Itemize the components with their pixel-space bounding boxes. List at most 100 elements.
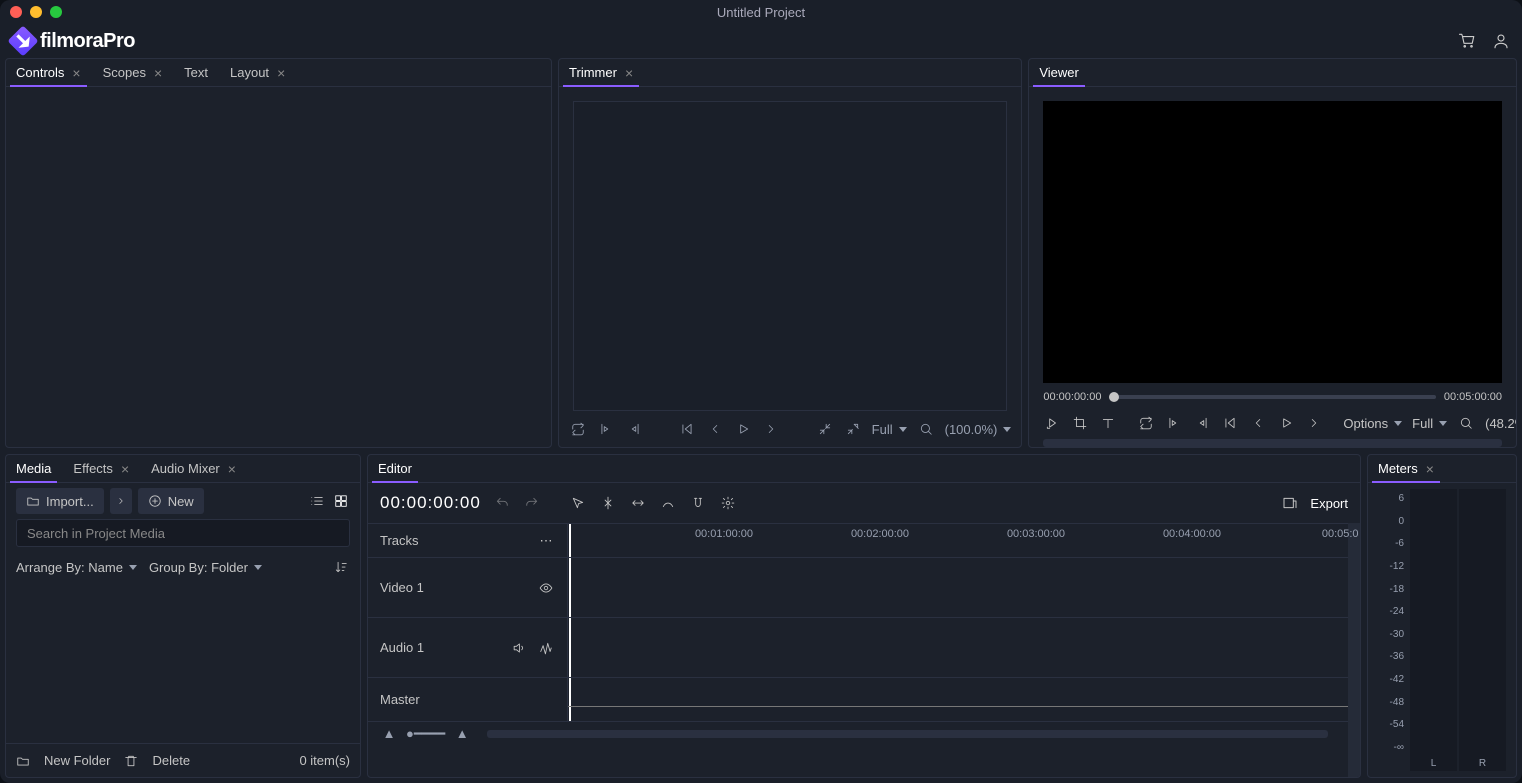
viewer-preview[interactable] (1043, 101, 1502, 383)
timeline-scrollbar[interactable] (487, 730, 1328, 738)
text-icon[interactable] (1099, 414, 1117, 432)
track-size-slider[interactable]: ●━━━━ (406, 726, 445, 742)
skip-back-icon[interactable] (1221, 414, 1239, 432)
play-icon[interactable] (734, 420, 752, 438)
track-collapse-icon[interactable]: ▲ (380, 725, 398, 743)
play-icon[interactable] (1277, 414, 1295, 432)
step-back-icon[interactable] (706, 420, 724, 438)
loop-icon[interactable] (569, 420, 587, 438)
tab-effects[interactable]: Effects× (71, 455, 131, 482)
tab-media[interactable]: Media (14, 455, 53, 482)
select-tool-icon[interactable] (569, 494, 587, 512)
new-folder-button[interactable]: New Folder (44, 753, 110, 768)
mark-out-icon[interactable] (625, 420, 643, 438)
play-range-icon[interactable] (1043, 414, 1061, 432)
tab-label: Viewer (1039, 65, 1079, 80)
tab-text[interactable]: Text (182, 59, 210, 86)
viewer-time-end: 00:05:00:00 (1444, 391, 1502, 403)
resolution-dropdown[interactable]: Full (1412, 416, 1447, 431)
viewer-scrubber[interactable] (1109, 395, 1435, 399)
zoom-dropdown[interactable]: (48.2%) (1485, 416, 1517, 431)
app-name: filmoraPro (40, 30, 135, 53)
import-expand-button[interactable] (110, 488, 132, 514)
resolution-dropdown[interactable]: Full (872, 422, 907, 437)
speaker-icon[interactable] (511, 639, 529, 657)
viewer-scrollbar[interactable] (1043, 439, 1502, 447)
maximize-window-button[interactable] (50, 6, 62, 18)
tab-label: Text (184, 65, 208, 80)
delete-button[interactable]: Delete (152, 753, 190, 768)
close-icon[interactable]: × (72, 65, 80, 81)
trash-icon (124, 754, 138, 768)
track-expand-icon[interactable]: ▲ (453, 725, 471, 743)
minimize-window-button[interactable] (30, 6, 42, 18)
playhead[interactable] (569, 524, 571, 557)
import-button[interactable]: Import... (16, 488, 104, 514)
group-by-dropdown[interactable]: Group By: Folder (149, 560, 262, 575)
snap-icon[interactable] (689, 494, 707, 512)
step-back-icon[interactable] (1249, 414, 1267, 432)
mark-out-icon[interactable] (1193, 414, 1211, 432)
slip-tool-icon[interactable] (629, 494, 647, 512)
tab-controls[interactable]: Controls× (14, 59, 83, 86)
magnify-icon[interactable] (917, 420, 935, 438)
loop-icon[interactable] (1137, 414, 1155, 432)
master-track-lane[interactable] (568, 678, 1348, 721)
close-window-button[interactable] (10, 6, 22, 18)
close-icon[interactable]: × (154, 65, 162, 81)
overwrite-icon[interactable] (844, 420, 862, 438)
media-list[interactable] (6, 587, 360, 743)
mark-in-icon[interactable] (597, 420, 615, 438)
timecode[interactable]: 00:00:00:00 (380, 493, 481, 513)
user-icon[interactable] (1492, 32, 1510, 50)
tab-trimmer[interactable]: Trimmer× (567, 59, 635, 86)
redo-icon[interactable] (523, 494, 541, 512)
close-icon[interactable]: × (625, 65, 633, 81)
tab-label: Media (16, 461, 51, 476)
close-icon[interactable]: × (121, 461, 129, 477)
close-icon[interactable]: × (228, 461, 236, 477)
tab-meters[interactable]: Meters× (1376, 455, 1436, 482)
step-forward-icon[interactable] (762, 420, 780, 438)
search-input[interactable]: Search in Project Media (16, 519, 350, 547)
magnify-icon[interactable] (1457, 414, 1475, 432)
export-icon (1282, 495, 1298, 511)
close-icon[interactable]: × (277, 65, 285, 81)
close-icon[interactable]: × (1426, 461, 1434, 477)
list-view-icon[interactable] (308, 492, 326, 510)
undo-icon[interactable] (493, 494, 511, 512)
video-track-lane[interactable] (568, 558, 1348, 617)
zoom-dropdown[interactable]: (100.0%) (945, 422, 1012, 437)
tab-scopes[interactable]: Scopes× (101, 59, 165, 86)
tab-layout[interactable]: Layout× (228, 59, 287, 86)
editor-vscrollbar[interactable] (1348, 523, 1360, 777)
tracks-menu-icon[interactable]: ⋯ (537, 532, 555, 550)
insert-icon[interactable] (816, 420, 834, 438)
settings-icon[interactable] (719, 494, 737, 512)
tab-viewer[interactable]: Viewer (1037, 59, 1081, 86)
ruler-tick: 00:04:00:00 (1163, 528, 1221, 540)
sort-icon[interactable] (332, 558, 350, 576)
step-forward-icon[interactable] (1305, 414, 1323, 432)
time-ruler[interactable]: 00:01:00:00 00:02:00:00 00:03:00:00 00:0… (568, 524, 1348, 557)
export-button[interactable]: Export (1310, 496, 1348, 511)
arrange-by-dropdown[interactable]: Arrange By: Name (16, 560, 137, 575)
crop-icon[interactable] (1071, 414, 1089, 432)
eye-icon[interactable] (537, 579, 555, 597)
cart-icon[interactable] (1458, 32, 1476, 50)
tab-editor[interactable]: Editor (376, 455, 414, 482)
options-dropdown[interactable]: Options (1343, 416, 1402, 431)
tab-audio-mixer[interactable]: Audio Mixer× (149, 455, 238, 482)
waveform-icon[interactable] (537, 639, 555, 657)
skip-back-icon[interactable] (678, 420, 696, 438)
audio-track-lane[interactable] (568, 618, 1348, 677)
new-button[interactable]: New (138, 488, 204, 514)
plus-circle-icon (148, 494, 162, 508)
item-count: 0 item(s) (299, 753, 350, 768)
mark-in-icon[interactable] (1165, 414, 1183, 432)
track-name: Master (380, 692, 420, 707)
trimmer-preview[interactable] (573, 101, 1007, 411)
grid-view-icon[interactable] (332, 492, 350, 510)
rate-stretch-icon[interactable] (659, 494, 677, 512)
slice-tool-icon[interactable] (599, 494, 617, 512)
